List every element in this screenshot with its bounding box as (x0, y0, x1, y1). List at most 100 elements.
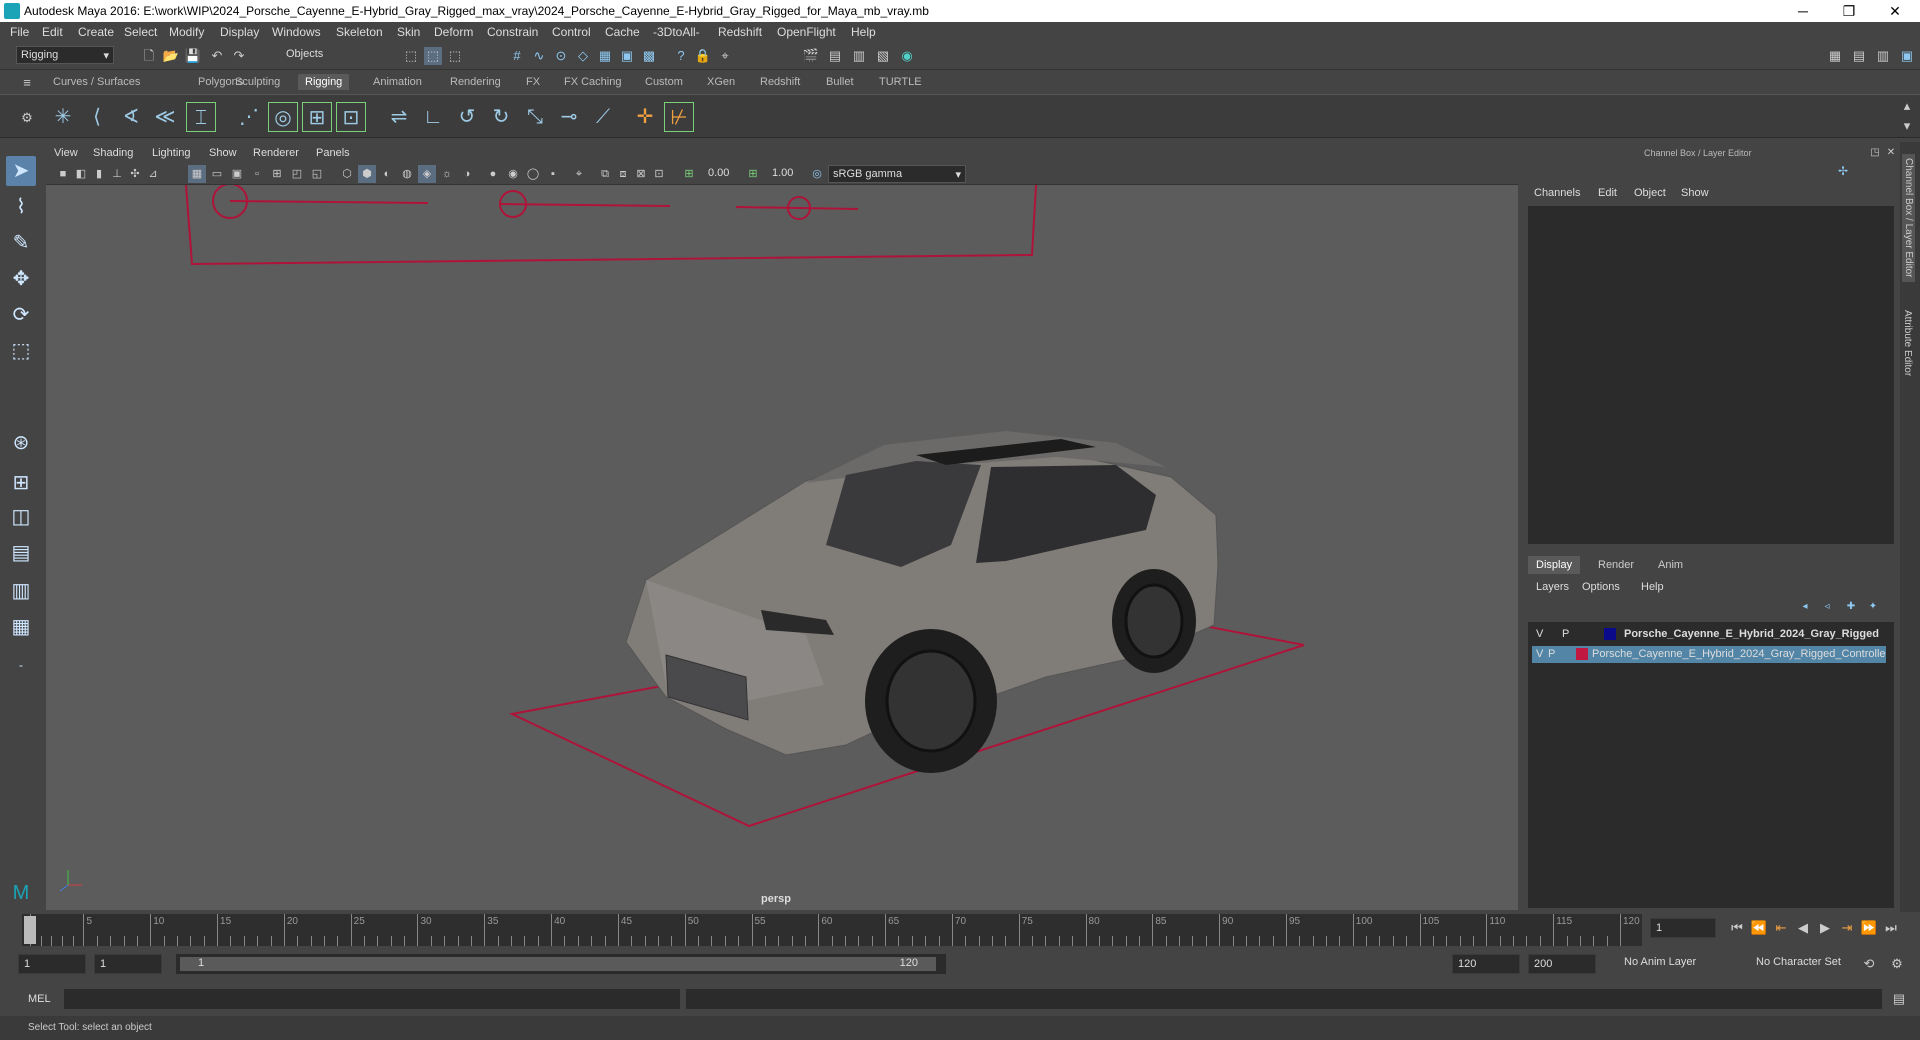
more-layouts-icon[interactable]: ‐ (6, 650, 36, 680)
panel-menu-lighting[interactable]: Lighting (152, 147, 191, 159)
new-layer-icon[interactable]: ✚ (1842, 598, 1860, 616)
workspace-icon[interactable]: ▦ (1826, 47, 1844, 65)
film-gate-icon[interactable]: ⊿ (144, 165, 162, 183)
menu-redshift[interactable]: Redshift (718, 25, 762, 39)
character-set-dropdown[interactable]: No Character Set (1752, 954, 1866, 972)
move-layer-down-icon[interactable]: ◃ (1818, 598, 1836, 616)
snap-live-icon[interactable]: ▣ (618, 47, 636, 65)
animation-preferences-icon[interactable]: ⚙ (1888, 955, 1906, 973)
pole-vector-icon[interactable]: ⊸ (554, 102, 584, 132)
panel-menu-panels[interactable]: Panels (316, 147, 350, 159)
bind-skin-icon[interactable]: ⋰ (234, 102, 264, 132)
show-menu[interactable]: Show (1681, 187, 1709, 199)
pan-zoom-icon[interactable]: ◱ (308, 165, 326, 183)
snap-view-icon[interactable]: ◇ (574, 47, 592, 65)
snap-surface-icon[interactable]: ▦ (596, 47, 614, 65)
new-layer-selected-icon[interactable]: ✦ (1864, 598, 1882, 616)
redo-icon[interactable]: ↷ (230, 47, 248, 65)
tab-rigging[interactable]: Rigging (298, 74, 350, 90)
play-forwards-icon[interactable]: ▶ (1816, 919, 1834, 937)
menu-cache[interactable]: Cache (605, 25, 640, 39)
current-frame-field[interactable]: 1 (1650, 918, 1716, 938)
snap-vertex-icon[interactable]: ▩ (640, 47, 658, 65)
single-perspective-icon[interactable]: ⊛ (6, 428, 36, 458)
edit-menu[interactable]: Edit (1598, 187, 1617, 199)
shadows-icon[interactable]: ☼ (438, 165, 456, 183)
undo-icon[interactable]: ↶ (208, 47, 226, 65)
layer-name[interactable]: Porsche_Cayenne_E_Hybrid_2024_Gray_Rigge… (1592, 646, 1886, 663)
select-tool-icon[interactable]: ➤ (6, 156, 36, 186)
ik-spline-icon[interactable]: ∢ (116, 102, 146, 132)
layer-row[interactable]: V P Porsche_Cayenne_E_Hybrid_2024_Gray_R… (1532, 626, 1886, 643)
safe-title-icon[interactable]: ◰ (288, 165, 306, 183)
exposure-icon[interactable]: ⊞ (680, 165, 698, 183)
lights-icon[interactable]: ◈ (418, 165, 436, 183)
tab-display[interactable]: Display (1528, 556, 1581, 574)
auto-key-icon[interactable]: ⟲ (1860, 955, 1878, 973)
tab-animation[interactable]: Animation (373, 76, 422, 88)
object-menu[interactable]: Object (1634, 187, 1666, 199)
animation-end-field[interactable]: 200 (1528, 954, 1596, 974)
depth-of-field-icon[interactable]: ◯ (524, 165, 542, 183)
tab-custom[interactable]: Custom (645, 76, 683, 88)
motion-blur-icon[interactable]: ● (484, 165, 502, 183)
lasso-tool-icon[interactable]: ⌇ (6, 192, 36, 222)
menu-file[interactable]: File (10, 25, 29, 39)
go-to-start-icon[interactable]: ⏮ (1728, 919, 1746, 937)
tab-bullet[interactable]: Bullet (826, 76, 854, 88)
gamma-value[interactable]: 1.00 (772, 167, 793, 179)
menu-deform[interactable]: Deform (434, 25, 473, 39)
save-scene-icon[interactable]: 💾 (184, 47, 202, 65)
lock-icon[interactable]: 🔒 (694, 47, 712, 65)
step-forward-frame-icon[interactable]: ⏩ (1860, 919, 1878, 937)
layer-playback[interactable]: P (1548, 646, 1555, 663)
command-input[interactable] (64, 989, 680, 1009)
point-constraint-icon[interactable]: ∟ (418, 102, 448, 132)
resolution-gate-icon[interactable]: ▭ (208, 165, 226, 183)
gamma-icon[interactable]: ⊞ (744, 165, 762, 183)
scale-constraint-icon[interactable]: ⤡ (520, 102, 550, 132)
tab-xgen[interactable]: XGen (707, 76, 735, 88)
grid-toggle-icon[interactable]: ✣ (126, 165, 144, 183)
menu-constrain[interactable]: Constrain (487, 25, 538, 39)
tab-fx-caching[interactable]: FX Caching (564, 76, 621, 88)
two-view-icon[interactable]: ◫ (6, 502, 36, 532)
menu-openflight[interactable]: OpenFlight (777, 25, 836, 39)
construction-history-icon[interactable]: ? (672, 47, 690, 65)
set-driven-key-icon[interactable]: ⟋ (588, 102, 618, 132)
viewport-persp[interactable]: persp (46, 185, 1518, 910)
tab-curves-surfaces[interactable]: Curves / Surfaces (53, 76, 140, 88)
channels-menu[interactable]: Channels (1534, 187, 1580, 199)
minimize-button[interactable]: ─ (1780, 0, 1826, 22)
move-layer-up-icon[interactable]: ◂ (1796, 598, 1814, 616)
tab-fx[interactable]: FX (526, 76, 540, 88)
render-settings-icon[interactable]: ▧ (874, 47, 892, 65)
parent-constraint-icon[interactable]: ⇌ (384, 102, 414, 132)
layers-menu[interactable]: Layers (1536, 581, 1569, 593)
snap-grid-icon[interactable]: # (508, 47, 526, 65)
shaded-wire-icon[interactable]: ◐ (378, 165, 396, 183)
layer-row-selected[interactable]: V P Porsche_Cayenne_E_Hybrid_2024_Gray_R… (1532, 646, 1886, 663)
grid-icon[interactable]: ▦ (188, 165, 206, 183)
pick-icon[interactable]: ⌖ (716, 47, 734, 65)
layer-name[interactable]: Porsche_Cayenne_E_Hybrid_2024_Gray_Rigge… (1624, 626, 1879, 643)
help-menu[interactable]: Help (1641, 581, 1664, 593)
menu-modify[interactable]: Modify (169, 25, 204, 39)
select-hierarchy-icon[interactable]: ⬚ (402, 47, 420, 65)
selection-mask-dropdown[interactable]: Objects (282, 46, 378, 64)
options-menu[interactable]: Options (1582, 581, 1620, 593)
top-controller-frame[interactable] (185, 185, 1037, 266)
orient-joint-icon[interactable]: ⌶ (186, 102, 216, 132)
ipr-render-icon[interactable]: ▥ (850, 47, 868, 65)
go-to-end-icon[interactable]: ⏭ (1882, 919, 1900, 937)
render-view-icon[interactable]: ▤ (826, 47, 844, 65)
image-plane-icon[interactable]: ⊥ (108, 165, 126, 183)
scale-tool-icon[interactable]: ⬚ (6, 336, 36, 366)
color-space-dropdown[interactable]: sRGB gamma ▾ (828, 165, 966, 183)
range-slider-handle[interactable]: 1 120 (180, 957, 936, 971)
step-back-frame-icon[interactable]: ⏪ (1750, 919, 1768, 937)
xray-joints-icon[interactable]: ⧉ (596, 165, 614, 183)
tab-redshift[interactable]: Redshift (760, 76, 800, 88)
persp-graph-icon[interactable]: ▥ (6, 576, 36, 606)
locator-icon[interactable]: ✛ (630, 102, 660, 132)
